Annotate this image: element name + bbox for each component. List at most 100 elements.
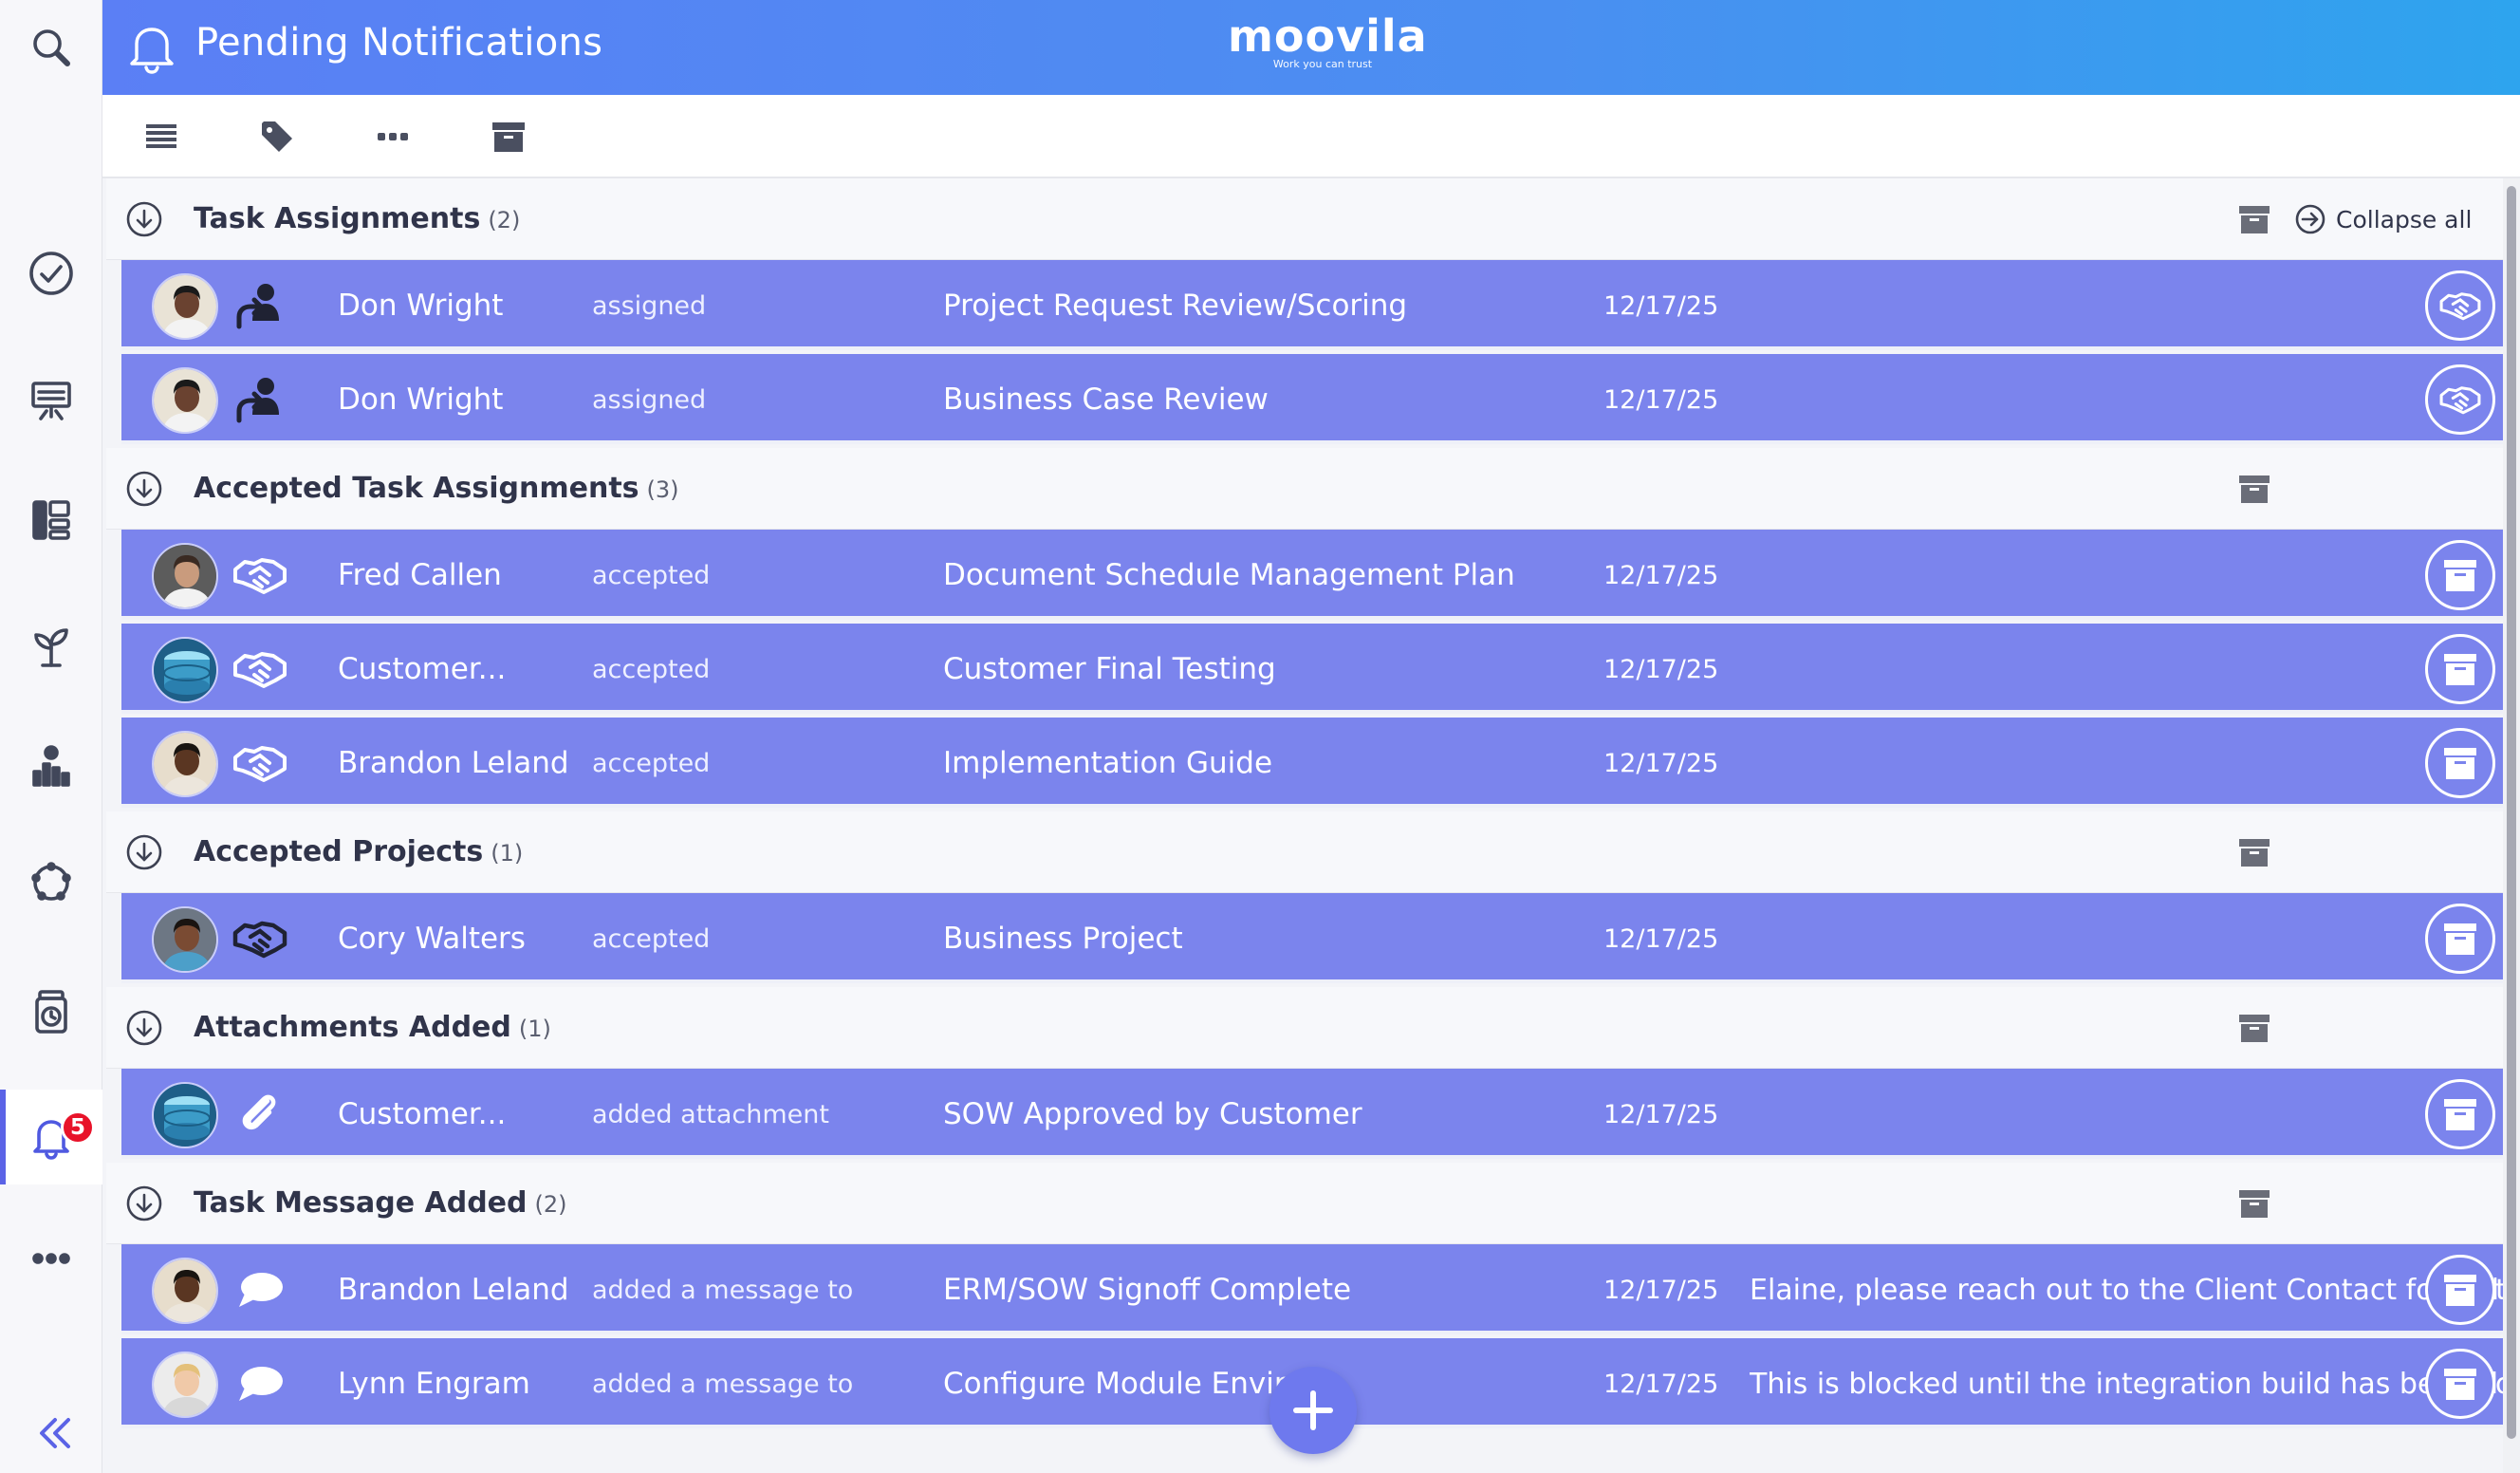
item-link[interactable]: SOW Approved by Customer bbox=[943, 1097, 1362, 1131]
accept-button[interactable] bbox=[2425, 270, 2495, 341]
timer-jar-icon bbox=[35, 990, 67, 1034]
archive-group-button[interactable] bbox=[2237, 472, 2271, 506]
notification-date: 12/17/25 bbox=[1603, 561, 1719, 590]
handshake-dark-icon bbox=[232, 912, 288, 965]
archive-group-button[interactable] bbox=[2237, 202, 2271, 236]
action-text: added a message to bbox=[592, 1276, 854, 1305]
group-title-text: Task Message Added bbox=[194, 1186, 528, 1220]
archive-button[interactable] bbox=[2425, 1255, 2495, 1325]
group-header: Attachments Added (1) bbox=[106, 987, 2503, 1069]
item-link[interactable]: Implementation Guide bbox=[943, 746, 1272, 780]
archive-icon bbox=[2438, 1268, 2482, 1312]
notification-row[interactable]: Don Wright assigned Project Request Review… bbox=[121, 260, 2503, 350]
action-text: added attachment bbox=[592, 1100, 829, 1129]
archive-group-button[interactable] bbox=[2237, 1011, 2271, 1045]
sidebar-item-notifications[interactable]: 5 bbox=[0, 1090, 102, 1184]
item-link[interactable]: Business Case Review bbox=[943, 382, 1269, 417]
team-chart-icon bbox=[32, 745, 70, 787]
search-button[interactable] bbox=[0, 0, 102, 95]
message-text: This is blocked until the integration bu… bbox=[1750, 1368, 2503, 1401]
network-icon bbox=[31, 862, 71, 901]
archive-group-button[interactable] bbox=[2237, 835, 2271, 869]
accept-button[interactable] bbox=[2425, 364, 2495, 435]
group-header: Task Assignments (2) Collapse all bbox=[106, 178, 2503, 260]
sidebar-item-more[interactable] bbox=[0, 1211, 102, 1306]
group-toggle-button[interactable] bbox=[125, 470, 163, 508]
archive-button[interactable] bbox=[2425, 728, 2495, 798]
notification-row[interactable]: Don Wright assigned Business Case Review 12… bbox=[121, 354, 2503, 444]
archive-icon bbox=[2239, 206, 2270, 233]
list-view-button[interactable] bbox=[139, 114, 184, 159]
archive-button[interactable] bbox=[2425, 540, 2495, 610]
group-count: (1) bbox=[518, 1016, 551, 1042]
notification-list: Task Assignments (2) Collapse all Don Wrigh… bbox=[106, 178, 2503, 1473]
add-button[interactable] bbox=[1269, 1367, 1357, 1454]
group-toggle-button[interactable] bbox=[125, 833, 163, 871]
archive-icon bbox=[2239, 475, 2270, 503]
action-text: accepted bbox=[592, 749, 711, 778]
archive-icon bbox=[492, 122, 525, 152]
notification-row[interactable]: Customer... accepted Customer Final Testin… bbox=[121, 624, 2503, 714]
group-count: (3) bbox=[646, 476, 679, 503]
notification-date: 12/17/25 bbox=[1603, 291, 1719, 321]
avatar bbox=[152, 1258, 218, 1324]
sidebar-item-layout[interactable] bbox=[0, 473, 102, 568]
group-title: Accepted Task Assignments (3) bbox=[194, 472, 679, 505]
archive-icon bbox=[2438, 1362, 2482, 1406]
notification-row[interactable]: Customer... added attachment SOW Approved … bbox=[121, 1069, 2503, 1159]
archive-group-button[interactable] bbox=[2237, 1186, 2271, 1221]
avatar bbox=[152, 367, 218, 434]
archive-icon bbox=[2438, 917, 2482, 960]
action-text: assigned bbox=[592, 385, 707, 415]
sidebar-item-tasks[interactable] bbox=[0, 226, 102, 321]
collapse-all-button[interactable]: Collapse all bbox=[2294, 199, 2472, 239]
item-link[interactable]: Business Project bbox=[943, 922, 1183, 956]
scrollbar-thumb[interactable] bbox=[2507, 186, 2516, 1439]
notification-row[interactable]: Cory Walters accepted Business Project 12/1… bbox=[121, 893, 2503, 983]
chat-bubble-icon bbox=[232, 1263, 288, 1316]
item-link[interactable]: Configure Module Enviror bbox=[943, 1367, 1316, 1401]
handshake-icon bbox=[2438, 378, 2482, 421]
group-title: Accepted Projects (1) bbox=[194, 835, 523, 868]
group-toggle-button[interactable] bbox=[125, 200, 163, 238]
archive-button[interactable] bbox=[2425, 904, 2495, 974]
arrow-down-circle-icon bbox=[126, 1010, 162, 1046]
group-toggle-button[interactable] bbox=[125, 1009, 163, 1047]
tag-filter-button[interactable] bbox=[254, 114, 300, 159]
item-link[interactable]: Customer Final Testing bbox=[943, 652, 1276, 686]
more-options-button[interactable] bbox=[370, 114, 416, 159]
group-title: Attachments Added (1) bbox=[194, 1011, 551, 1044]
arrow-down-circle-icon bbox=[126, 834, 162, 870]
actor-name: Customer... bbox=[338, 1097, 507, 1131]
sidebar-item-network[interactable] bbox=[0, 835, 102, 930]
archive-all-button[interactable] bbox=[486, 114, 531, 159]
top-bar: Pending Notifications moovila Work you c… bbox=[102, 0, 2520, 95]
actor-name: Lynn Engram bbox=[338, 1367, 530, 1401]
item-link[interactable]: Project Request Review/Scoring bbox=[943, 289, 1407, 323]
item-link[interactable]: Document Schedule Management Plan bbox=[943, 558, 1515, 592]
item-link[interactable]: ERM/SOW Signoff Complete bbox=[943, 1273, 1351, 1307]
action-text: accepted bbox=[592, 655, 711, 684]
sidebar-item-boards[interactable] bbox=[0, 353, 102, 448]
notification-date: 12/17/25 bbox=[1603, 655, 1719, 684]
archive-button[interactable] bbox=[2425, 1079, 2495, 1149]
arrow-down-circle-icon bbox=[126, 1185, 162, 1221]
collapse-sidebar-button[interactable] bbox=[32, 1410, 78, 1456]
sidebar-item-resources[interactable] bbox=[0, 719, 102, 814]
sidebar-item-timesheets[interactable] bbox=[0, 964, 102, 1059]
notification-row[interactable]: Brandon Leland added a message to ERM/SOW … bbox=[121, 1244, 2503, 1334]
avatar bbox=[152, 637, 218, 703]
archive-icon bbox=[2438, 647, 2482, 691]
archive-button[interactable] bbox=[2425, 1349, 2495, 1419]
notification-row[interactable]: Brandon Leland accepted Implementation Gui… bbox=[121, 718, 2503, 808]
archive-button[interactable] bbox=[2425, 634, 2495, 704]
actor-name: Cory Walters bbox=[338, 922, 526, 956]
arrow-down-circle-icon bbox=[126, 201, 162, 237]
sidebar-item-growth[interactable] bbox=[0, 600, 102, 695]
notification-date: 12/17/25 bbox=[1603, 1370, 1719, 1399]
group-toggle-button[interactable] bbox=[125, 1184, 163, 1222]
left-sidebar: 5 bbox=[0, 0, 102, 1473]
notification-row[interactable]: Fred Callen accepted Document Schedule Man… bbox=[121, 530, 2503, 620]
group-title-text: Accepted Projects bbox=[194, 835, 484, 868]
archive-icon bbox=[2438, 741, 2482, 785]
